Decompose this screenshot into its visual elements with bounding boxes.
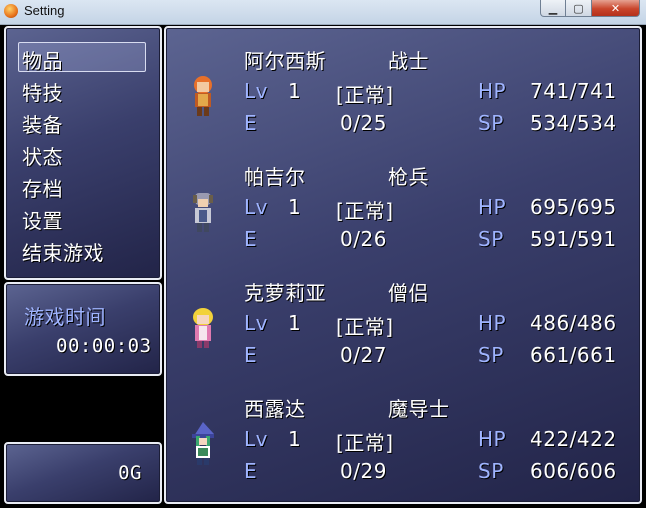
menu-item-settings[interactable]: 设置 (22, 205, 63, 234)
member-name: 西露达 (244, 397, 306, 421)
exp-label: E (244, 111, 258, 135)
window-title: Setting (24, 3, 65, 18)
member-name: 克萝莉亚 (244, 281, 326, 305)
level-label: Lv (244, 427, 268, 451)
menu-item-equip[interactable]: 装备 (22, 109, 63, 138)
hp-label: HP (478, 427, 507, 451)
level-value: 1 (288, 195, 302, 219)
status-state: [正常] (336, 199, 394, 223)
window-controls: ▁ ▢ ✕ (540, 0, 640, 18)
hp-value: 486/486 (530, 311, 617, 335)
hp-value: 741/741 (530, 79, 617, 103)
hp-value: 422/422 (530, 427, 617, 451)
sp-label: SP (478, 111, 504, 135)
gold-window: 0G (4, 442, 162, 504)
sp-value: 591/591 (530, 227, 617, 251)
hp-label: HP (478, 195, 507, 219)
sp-value: 534/534 (530, 111, 617, 135)
status-state: [正常] (336, 315, 394, 339)
level-value: 1 (288, 311, 302, 335)
sp-label: SP (478, 459, 504, 483)
sp-value: 661/661 (530, 343, 617, 367)
party-member[interactable]: 克萝莉亚 僧侣 Lv 1 [正常] HP 486/486 E 0/27 SP 6… (166, 260, 640, 376)
sp-value: 606/606 (530, 459, 617, 483)
exp-value: 0/26 (340, 227, 387, 251)
hp-label: HP (478, 79, 507, 103)
menu-item-status[interactable]: 状态 (22, 141, 63, 170)
minimize-button[interactable]: ▁ (540, 0, 566, 17)
member-name: 阿尔西斯 (244, 49, 326, 73)
sp-label: SP (478, 227, 504, 251)
party-member[interactable]: 西露达 魔导士 Lv 1 [正常] HP 422/422 E 0/29 SP 6… (166, 376, 640, 492)
status-state: [正常] (336, 431, 394, 455)
playtime-window: 游戏时间 00:00:03 (4, 282, 162, 376)
member-name: 帕吉尔 (244, 165, 306, 189)
exp-value: 0/29 (340, 459, 387, 483)
member-class: 战士 (388, 49, 429, 73)
status-state: [正常] (336, 83, 394, 107)
app-icon (4, 4, 18, 18)
level-value: 1 (288, 427, 302, 451)
level-label: Lv (244, 79, 268, 103)
member-class: 魔导士 (388, 397, 450, 421)
exp-value: 0/27 (340, 343, 387, 367)
exp-label: E (244, 227, 258, 251)
maximize-button[interactable]: ▢ (566, 0, 592, 17)
hp-value: 695/695 (530, 195, 617, 219)
menu-item-skills[interactable]: 特技 (22, 77, 63, 106)
playtime-label: 游戏时间 (24, 305, 106, 329)
window-titlebar: Setting ▁ ▢ ✕ (0, 0, 646, 25)
command-menu: 物品 特技 装备 状态 存档 设置 结束游戏 (4, 26, 162, 280)
menu-item-items[interactable]: 物品 (22, 45, 63, 74)
warrior-sprite-icon (194, 76, 212, 116)
playtime-value: 00:00:03 (56, 335, 152, 357)
hp-label: HP (478, 311, 507, 335)
exp-label: E (244, 459, 258, 483)
party-member[interactable]: 帕吉尔 枪兵 Lv 1 [正常] HP 695/695 E 0/26 SP 59… (166, 144, 640, 260)
level-value: 1 (288, 79, 302, 103)
party-member[interactable]: 阿尔西斯 战士 Lv 1 [正常] HP 741/741 E 0/25 SP 5… (166, 28, 640, 144)
party-status-window: 阿尔西斯 战士 Lv 1 [正常] HP 741/741 E 0/25 SP 5… (164, 26, 642, 504)
priest-sprite-icon (193, 308, 213, 348)
level-label: Lv (244, 195, 268, 219)
sp-label: SP (478, 343, 504, 367)
member-class: 枪兵 (388, 165, 429, 189)
menu-item-save[interactable]: 存档 (22, 173, 63, 202)
mage-sprite-icon (192, 422, 214, 465)
gold-value: 0G (118, 462, 142, 484)
exp-value: 0/25 (340, 111, 387, 135)
lancer-sprite-icon (193, 193, 213, 232)
member-class: 僧侣 (388, 281, 429, 305)
level-label: Lv (244, 311, 268, 335)
exp-label: E (244, 343, 258, 367)
menu-item-end-game[interactable]: 结束游戏 (22, 237, 104, 266)
close-button[interactable]: ✕ (592, 0, 640, 17)
